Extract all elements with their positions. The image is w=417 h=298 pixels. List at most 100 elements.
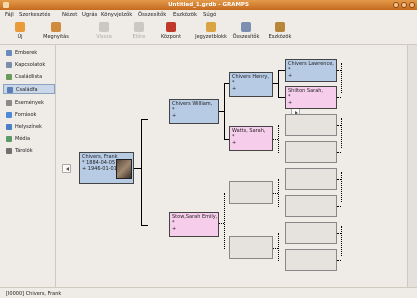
connector [278,125,279,153]
sidebar-item-family-list[interactable]: Családlista [3,72,55,82]
title-bar: Untitled_1.grdb - GRAMPS [0,0,417,10]
open-button[interactable]: Megnyitás [38,21,74,45]
menu-go[interactable]: Ugrás [82,12,97,18]
father-death: + [172,113,177,119]
sidebar-item-media[interactable]: Média [3,134,55,144]
media-icon [6,136,12,142]
empty-person-box[interactable] [285,195,337,217]
empty-person-box[interactable] [285,222,337,244]
reports-button[interactable]: Összesítők [228,21,264,45]
report-icon [241,22,251,32]
great-grandfather-box[interactable]: Chivers Lawrence, * + [285,59,337,82]
connector [141,225,148,226]
empty-person-box[interactable] [285,114,337,136]
maximize-button[interactable] [401,2,407,8]
mother-box[interactable]: Stow,Sarah Emily, * + [169,212,219,237]
connector [341,226,342,256]
sidebar-item-relationships[interactable]: Kapcsolatok [3,60,55,70]
sidebar-item-family-tree[interactable]: Családfa [3,84,55,94]
person-photo [116,159,132,179]
pedigree-canvas: Chivers, Frank * 1884-04-05 + 1946-01-01… [57,45,407,287]
menu-edit[interactable]: Szerkesztés [19,12,50,18]
sidebar-item-events[interactable]: Események [3,98,55,108]
tools-icon [275,22,285,32]
window-title: Untitled_1.grdb - GRAMPS [168,2,249,8]
connector [337,97,341,98]
ggm-death: + [288,100,293,106]
folder-icon [51,22,61,32]
pgm-name: Watts, Sarah, [232,128,266,134]
pgf-death: + [232,86,237,92]
minimize-button[interactable] [393,2,399,8]
vertical-scrollbar[interactable] [407,45,417,287]
notes-button[interactable]: Jegyzetblokk [193,21,229,45]
arrow-right-icon [134,22,144,32]
forward-button[interactable]: Előre [121,21,157,45]
connector [341,63,342,93]
menu-view[interactable]: Nézet [62,12,77,18]
connector [337,152,341,153]
father-name: Chivers William, [172,101,213,107]
paternal-grandfather-box[interactable]: Chivers Henry, * + [229,72,273,97]
connector [337,179,341,180]
new-icon [15,22,25,32]
home-button[interactable]: Központ [153,21,189,45]
empty-person-box[interactable] [285,249,337,271]
menu-bar: Fájl Szerkesztés Nézet Ugrás Könyvjelzők… [0,10,417,19]
connector [141,119,142,225]
connector [337,70,341,71]
events-icon [6,100,12,106]
mother-death: + [172,226,177,232]
relationships-icon [6,62,12,68]
connector [337,206,341,207]
root-person-box[interactable]: Chivers, Frank * 1884-04-05 + 1946-01-01 [79,152,134,184]
connector [341,172,342,202]
arrow-left-icon [99,22,109,32]
empty-person-box[interactable] [285,168,337,190]
connector [141,119,148,120]
menu-reports[interactable]: Összesítők [138,12,166,18]
close-button[interactable] [409,2,415,8]
family-tree-icon [7,87,13,93]
status-bar: [I0000] Chivers, Frank [0,287,417,298]
sources-icon [6,112,12,118]
menu-bookmarks[interactable]: Könyvjelzők [101,12,132,18]
family-list-icon [6,74,12,80]
paternal-grandmother-box[interactable]: Watts, Sarah, * + [229,126,273,151]
repository-icon [6,148,12,154]
connector [337,125,341,126]
connector [278,179,279,207]
great-grandmother-box[interactable]: Shilton Sarah, * + [285,86,337,109]
new-button[interactable]: Új [2,21,38,45]
sidebar-item-repositories[interactable]: Tárolók [3,146,55,156]
sidebar-item-sources[interactable]: Források [3,110,55,120]
connector [278,233,279,261]
chevron-left-icon [65,167,69,171]
home-icon [166,22,176,32]
empty-person-box[interactable] [285,141,337,163]
status-text: [I0000] Chivers, Frank [6,291,62,297]
connector [341,118,342,148]
menu-help[interactable]: Súgó [203,12,216,18]
toolbar: Új Megnyitás Vissza Előre Központ Jegyze… [0,19,417,45]
ggf-death: + [288,73,293,79]
back-button[interactable]: Vissza [86,21,122,45]
empty-person-box[interactable] [229,181,273,204]
menu-file[interactable]: Fájl [5,12,14,18]
connector [134,168,141,169]
connector [337,233,341,234]
globe-icon [6,124,12,130]
sidebar-item-people[interactable]: Emberek [3,48,55,58]
connector [278,70,279,97]
father-box[interactable]: Chivers William, * + [169,99,219,124]
menu-tools[interactable]: Eszközök [173,12,197,18]
tools-button[interactable]: Eszközök [262,21,298,45]
connector [278,97,285,98]
notepad-icon [206,22,216,32]
empty-person-box[interactable] [229,236,273,259]
pgf-name: Chivers Henry, [232,74,269,80]
connector [337,260,341,261]
people-icon [6,50,12,56]
nav-back-button[interactable] [62,164,71,173]
sidebar-item-places[interactable]: Helyszínek [3,122,55,132]
